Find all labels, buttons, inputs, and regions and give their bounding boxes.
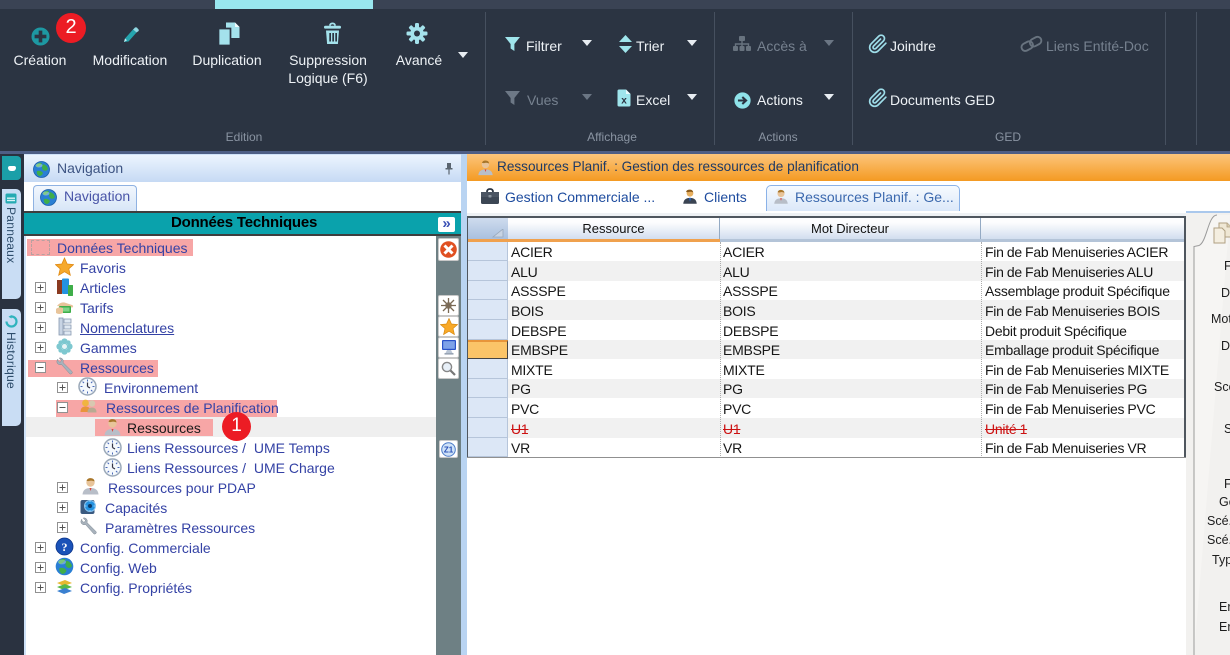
svg-text:?: ?	[62, 540, 68, 554]
svg-text:Z1: Z1	[444, 445, 454, 454]
svg-text:x: x	[621, 96, 627, 107]
